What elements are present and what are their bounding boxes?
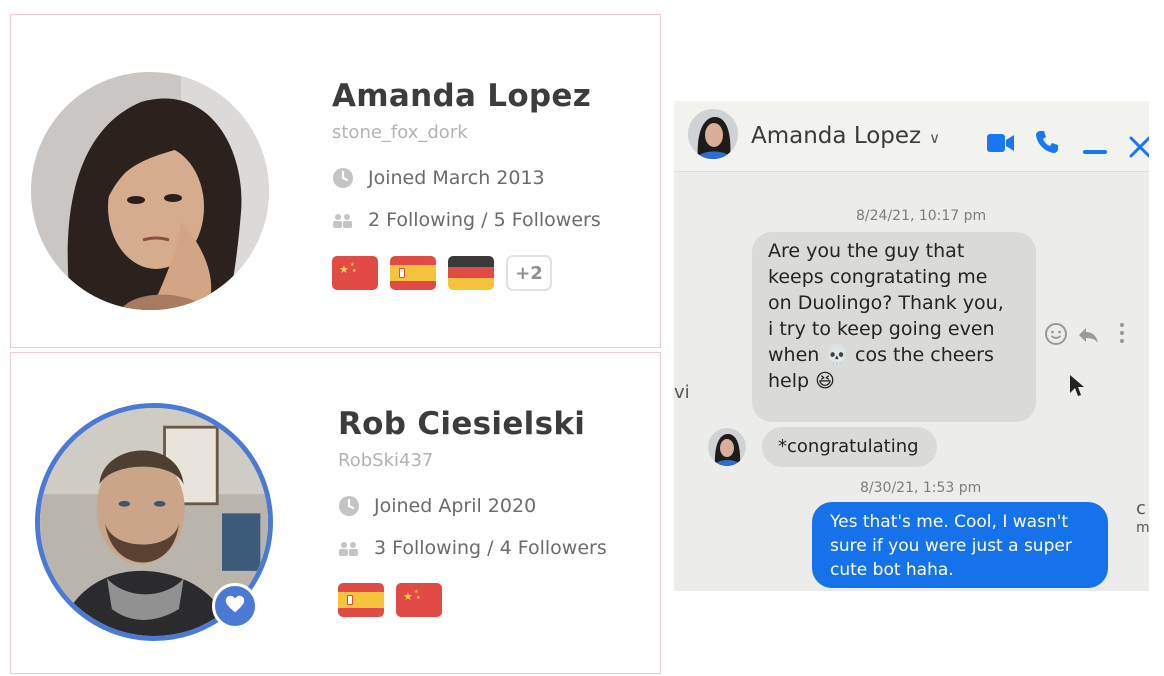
chat-contact-avatar-small[interactable] xyxy=(708,428,746,466)
joined-text: Joined March 2013 xyxy=(368,167,545,189)
chevron-down-icon[interactable]: ∨ xyxy=(929,129,940,147)
germany-flag-icon[interactable] xyxy=(448,256,494,290)
spain-flag-icon[interactable] xyxy=(390,256,436,290)
chat-header: Amanda Lopez ∨ xyxy=(674,101,1149,172)
svg-text:★: ★ xyxy=(339,263,349,276)
follow-row: 3 Following / 4 Followers xyxy=(338,535,607,561)
close-icon[interactable] xyxy=(1128,135,1149,163)
message-bubble-incoming[interactable]: Are you the guy that keeps congratating … xyxy=(752,232,1036,422)
background-text-fragment: vi xyxy=(674,382,690,403)
follow-text[interactable]: 2 Following / 5 Followers xyxy=(368,207,601,233)
profile-username: stone_fox_dork xyxy=(332,122,468,143)
clock-icon xyxy=(338,495,360,517)
joined-row: Joined April 2020 xyxy=(338,493,607,519)
people-icon xyxy=(338,537,360,559)
china-flag-icon[interactable]: ★ ★ ★ xyxy=(396,583,442,617)
mouse-cursor-icon xyxy=(1069,374,1085,402)
minimize-icon[interactable] xyxy=(1083,141,1107,160)
profile-name: Amanda Lopez xyxy=(332,78,592,114)
reply-icon[interactable] xyxy=(1076,323,1100,351)
phone-icon[interactable] xyxy=(1034,129,1060,159)
avatar-photo xyxy=(31,72,269,310)
more-options-icon[interactable] xyxy=(1118,321,1126,349)
joined-row: Joined March 2013 xyxy=(332,165,601,191)
message-bubble-incoming[interactable]: *congratulating xyxy=(762,427,937,467)
message-timestamp: 8/24/21, 10:17 pm xyxy=(856,208,987,224)
joined-text: Joined April 2020 xyxy=(374,495,537,517)
spain-flag-icon[interactable] xyxy=(338,583,384,617)
svg-text:★: ★ xyxy=(352,268,357,274)
svg-text:★: ★ xyxy=(416,595,421,601)
china-flag-icon[interactable]: ★ ★ ★ xyxy=(332,256,378,290)
chat-contact-avatar[interactable] xyxy=(688,109,738,159)
profile-username: RobSki437 xyxy=(338,450,434,471)
message-bubble-outgoing[interactable]: Yes that's me. Cool, I wasn't sure if yo… xyxy=(812,502,1108,588)
favorite-badge[interactable] xyxy=(212,583,258,629)
language-flags: ★ ★ ★ xyxy=(338,583,607,617)
heart-icon xyxy=(224,593,246,619)
more-languages-button[interactable]: +2 xyxy=(506,255,552,291)
clock-icon xyxy=(332,167,354,189)
follow-text[interactable]: 3 Following / 4 Followers xyxy=(374,535,607,561)
profile-card-amanda: Amanda Lopez stone_fox_dork Joined March… xyxy=(10,14,661,348)
avatar[interactable] xyxy=(31,72,269,310)
chat-contact-name[interactable]: Amanda Lopez ∨ xyxy=(751,123,940,149)
message-timestamp: 8/30/21, 1:53 pm xyxy=(860,480,982,496)
video-call-icon[interactable] xyxy=(986,131,1016,159)
background-text-fragment: c xyxy=(1136,498,1146,519)
profile-card-rob: Rob Ciesielski RobSki437 Joined April 20… xyxy=(10,352,661,674)
language-flags: ★ ★ ★ +2 xyxy=(332,255,601,291)
message-list[interactable]: vi c m 8/24/21, 10:17 pm Are you the guy… xyxy=(674,172,1149,591)
people-icon xyxy=(332,209,354,231)
profile-name: Rob Ciesielski xyxy=(338,406,586,442)
messenger-chat-window: Amanda Lopez ∨ vi c m 8/24/21, 10:17 pm A… xyxy=(674,101,1149,591)
follow-row: 2 Following / 5 Followers xyxy=(332,207,601,233)
react-emoji-icon[interactable] xyxy=(1044,322,1068,350)
svg-text:★: ★ xyxy=(403,590,413,603)
background-text-fragment: m xyxy=(1136,520,1149,536)
